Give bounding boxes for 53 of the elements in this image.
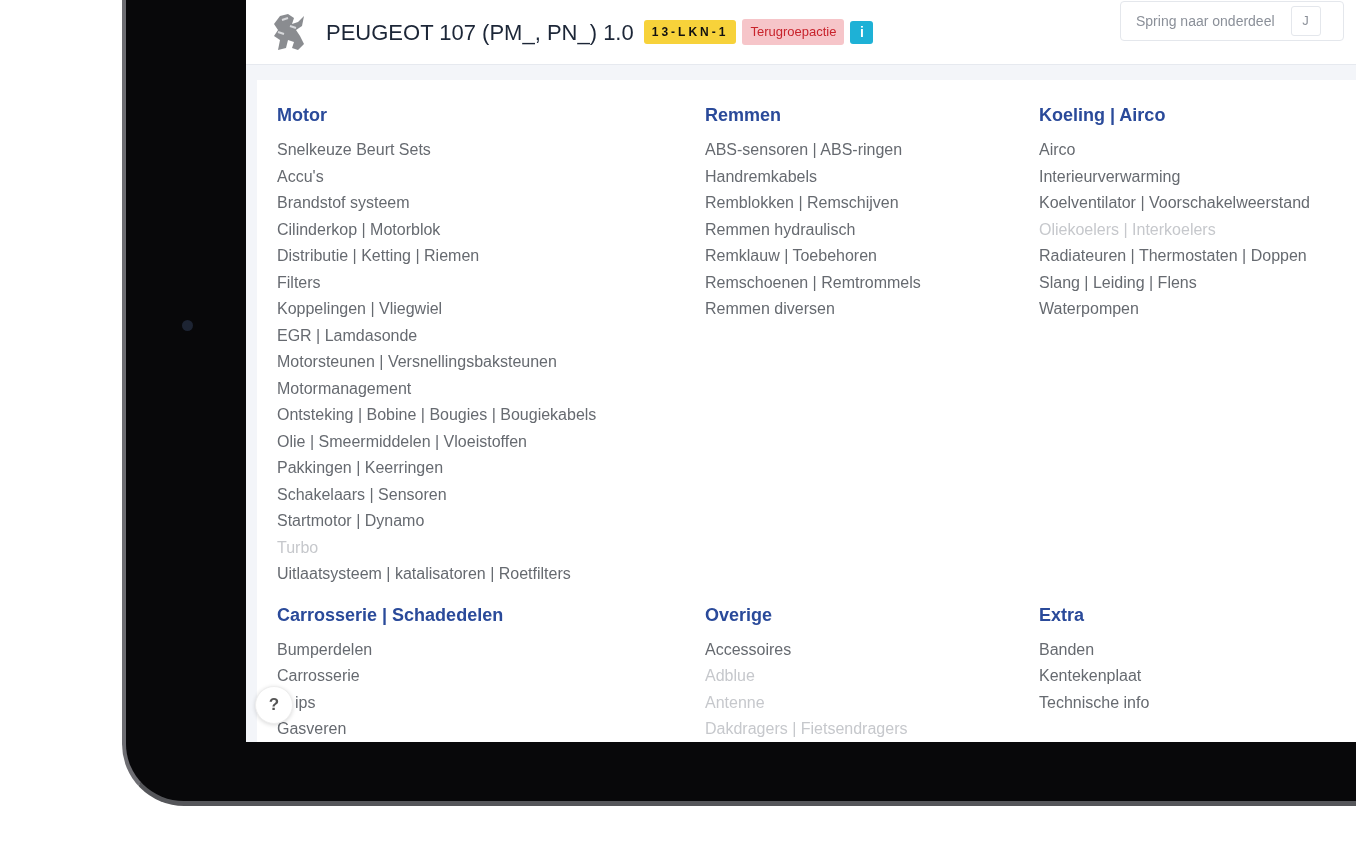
section-heading: Extra (1039, 603, 1086, 627)
category-link[interactable]: Uitlaatsysteem | katalisatoren | Roetfilters (277, 561, 571, 588)
category-link[interactable]: Accessoires (705, 636, 792, 663)
category-link: Turbo (277, 537, 319, 558)
category-link[interactable]: Brandstof systeem (277, 190, 410, 217)
license-plate: 13-LKN-1 (643, 20, 737, 44)
category-link[interactable]: Cilinderkop | Motorblok (277, 216, 441, 243)
category-link[interactable]: Motorsteunen | Versnellingsbaksteunen (277, 349, 557, 376)
category-link[interactable]: EGR | Lamdasonde (277, 322, 418, 349)
section-heading: Carrosserie | Schadedelen (277, 603, 505, 627)
category-link[interactable]: Airco (1039, 137, 1076, 164)
category-link[interactable]: Remschoenen | Remtrommels (705, 269, 921, 296)
category-link[interactable]: Slang | Leiding | Flens (1039, 269, 1197, 296)
section-heading: Overige (705, 603, 774, 627)
category-link[interactable]: Remklauw | Toebehoren (705, 243, 877, 270)
category-link[interactable]: Pakkingen | Keerringen (277, 455, 444, 482)
category-link[interactable]: Olie | Smeermiddelen | Vloeistoffen (277, 428, 527, 455)
section-heading: Remmen (705, 104, 783, 127)
category-link[interactable]: Remblokken | Remschijven (705, 190, 899, 217)
category-link[interactable]: Startmotor | Dynamo (277, 508, 425, 535)
section-heading: Motor (277, 104, 328, 127)
category-link: Adblue (705, 666, 755, 686)
category-link[interactable]: Waterpompen (1039, 296, 1139, 323)
category-link[interactable]: Accu's (277, 163, 324, 190)
jump-field[interactable]: Spring naar onderdeel J (1120, 1, 1344, 41)
jump-placeholder: Spring naar onderdeel (1136, 11, 1275, 31)
category-link[interactable]: Motormanagement (277, 375, 412, 402)
category-link[interactable]: Kentekenplaat (1039, 663, 1142, 690)
category-link[interactable]: Technische info (1039, 689, 1150, 716)
shortcut-key: J (1290, 6, 1321, 36)
category-link[interactable]: ips (295, 689, 316, 716)
category-link[interactable]: Filters (277, 269, 321, 296)
category-link: Dakdragers | Fietsendragers (705, 719, 908, 739)
category-link[interactable]: Schakelaars | Sensoren (277, 481, 447, 508)
category-link[interactable]: Bumperdelen (277, 636, 373, 663)
category-link[interactable]: Remmen diversen (705, 296, 835, 323)
category-link[interactable]: Koelventilator | Voorschakelweerstand (1039, 190, 1310, 217)
recall-badge: Terugroepactie (742, 19, 845, 45)
vehicle-title: PEUGEOT 107 (PM_, PN_) 1.0 (326, 18, 634, 47)
category-link[interactable]: Remmen hydraulisch (705, 216, 856, 243)
category-link[interactable]: Distributie | Ketting | Riemen (277, 243, 480, 270)
category-link: Antenne (705, 692, 765, 713)
category-link[interactable]: Interieurverwarming (1039, 163, 1181, 190)
category-link[interactable]: Snelkeuze Beurt Sets (277, 137, 431, 164)
category-link: Oliekoelers | Interkoelers (1039, 219, 1216, 240)
camera-icon (182, 320, 193, 331)
category-link[interactable]: Koppelingen | Vliegwiel (277, 296, 443, 323)
category-link[interactable]: Ontsteking | Bobine | Bougies | Bougiekabels (277, 402, 597, 429)
category-link[interactable]: Handremkabels (705, 163, 818, 190)
category-link[interactable]: Banden (1039, 636, 1095, 663)
category-link[interactable]: ABS-sensoren | ABS-ringen (705, 137, 903, 164)
category-link[interactable]: Radiateuren | Thermostaten | Doppen (1039, 243, 1307, 270)
section-heading: Koeling | Airco (1039, 104, 1167, 127)
